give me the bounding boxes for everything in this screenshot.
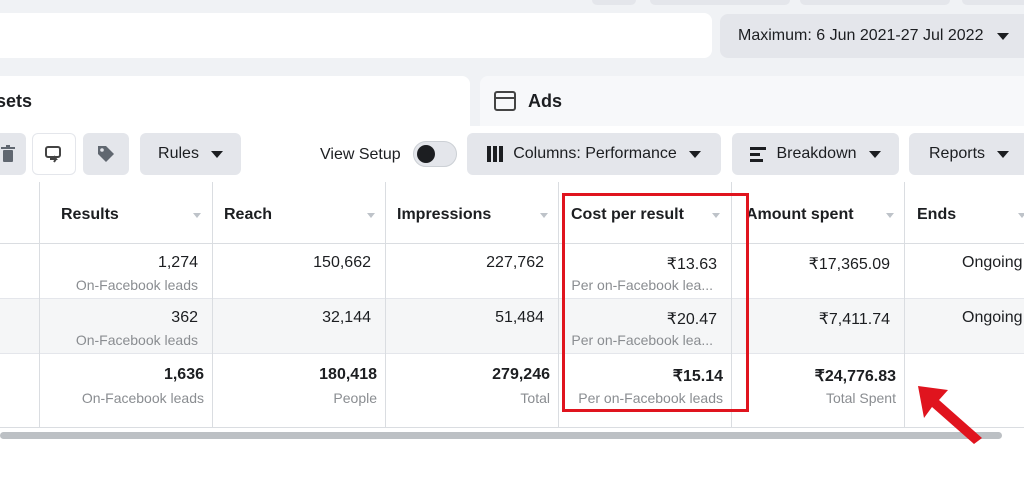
columns-icon: [487, 146, 504, 162]
ads-frame-icon: [494, 91, 516, 111]
cost-sub: Per on-Facebook lea...: [571, 277, 713, 293]
chevron-down-icon: [868, 150, 881, 158]
duplicate-button[interactable]: [32, 133, 76, 175]
sort-icon[interactable]: [540, 213, 548, 218]
table-row[interactable]: 362 On-Facebook leads 32,144 51,484 ₹20.…: [0, 299, 1024, 354]
tag-button[interactable]: [83, 133, 129, 175]
header-impressions[interactable]: Impressions: [397, 206, 491, 224]
toolbar: Rules View Setup Columns: Performance Br…: [0, 126, 1024, 182]
tab-ads[interactable]: Ads: [480, 76, 1024, 126]
breakdown-button[interactable]: Breakdown: [732, 133, 899, 175]
breakdown-label: Breakdown: [776, 145, 857, 162]
delete-button[interactable]: [0, 133, 26, 175]
total-reach-sub: People: [333, 390, 377, 406]
rules-label: Rules: [158, 145, 199, 162]
reach-value: 32,144: [322, 309, 371, 326]
trash-icon: [1, 145, 15, 162]
header-reach[interactable]: Reach: [224, 206, 272, 224]
tab-ad-sets[interactable]: sets: [0, 76, 470, 126]
results-sub: On-Facebook leads: [75, 277, 198, 293]
spent-value: ₹17,365.09: [808, 256, 890, 273]
tag-icon: [98, 146, 114, 162]
sort-icon[interactable]: [712, 213, 720, 218]
total-spent-sub: Total Spent: [825, 390, 896, 406]
total-cost-sub: Per on-Facebook leads: [578, 390, 723, 406]
chevron-down-icon: [688, 150, 701, 158]
column-divider: [212, 182, 213, 428]
columns-label: Columns: Performance: [513, 145, 677, 162]
tab-ads-label: Ads: [528, 90, 563, 111]
totals-row: 1,636 On-Facebook leads 180,418 People 2…: [0, 354, 1024, 428]
impressions-value: 51,484: [495, 309, 544, 326]
sort-icon[interactable]: [1018, 213, 1024, 218]
total-impressions-sub: Total: [520, 390, 550, 406]
total-results-sub: On-Facebook leads: [81, 390, 204, 406]
ends-value: Ongoing: [962, 254, 1023, 271]
total-spent-value: ₹24,776.83: [814, 368, 896, 385]
results-sub: On-Facebook leads: [75, 332, 198, 348]
top-stub: [650, 0, 790, 5]
date-range-button[interactable]: Maximum: 6 Jun 2021-27 Jul 2022: [720, 14, 1024, 58]
view-setup-label: View Setup: [320, 146, 401, 163]
column-divider: [904, 182, 905, 428]
breakdown-icon: [750, 146, 767, 162]
reports-label: Reports: [928, 145, 986, 162]
cost-sub: Per on-Facebook lea...: [571, 332, 713, 348]
table-header: Results Reach Impressions Cost per resul…: [0, 182, 1024, 244]
table-row[interactable]: 1,274 On-Facebook leads 150,662 227,762 …: [0, 244, 1024, 299]
chevron-down-icon: [997, 150, 1010, 158]
results-value: 362: [171, 309, 198, 326]
total-impressions-value: 279,246: [492, 366, 550, 383]
header-amount-spent[interactable]: Amount spent: [746, 206, 854, 224]
reports-button[interactable]: Reports: [909, 133, 1024, 175]
reach-value: 150,662: [313, 254, 371, 271]
toggle-knob: [417, 145, 435, 163]
red-arrow-annotation: [918, 386, 982, 444]
tab-ad-sets-label: sets: [0, 90, 33, 111]
total-results-value: 1,636: [163, 366, 204, 383]
columns-button[interactable]: Columns: Performance: [467, 133, 721, 175]
chevron-down-icon: [997, 32, 1010, 40]
search-input[interactable]: [0, 13, 712, 58]
rules-button[interactable]: Rules: [140, 133, 241, 175]
results-value: 1,274: [157, 254, 198, 271]
header-cost-per-result[interactable]: Cost per result: [571, 206, 684, 224]
spent-value: ₹7,411.74: [818, 311, 890, 328]
total-reach-value: 180,418: [319, 366, 377, 383]
chevron-down-icon: [210, 150, 223, 158]
top-stub: [800, 0, 950, 5]
sort-icon[interactable]: [886, 213, 894, 218]
impressions-value: 227,762: [486, 254, 544, 271]
column-divider: [731, 182, 732, 428]
column-divider: [558, 182, 559, 428]
sort-icon[interactable]: [367, 213, 375, 218]
top-bar: Maximum: 6 Jun 2021-27 Jul 2022: [0, 0, 1024, 70]
date-range-label: Maximum: 6 Jun 2021-27 Jul 2022: [738, 27, 984, 44]
top-stub: [592, 0, 636, 5]
top-stub: [962, 0, 1024, 5]
ends-value: Ongoing: [962, 309, 1023, 326]
column-divider: [385, 182, 386, 428]
cost-value: ₹13.63: [666, 256, 717, 273]
header-results[interactable]: Results: [61, 206, 119, 224]
header-ends[interactable]: Ends: [917, 206, 956, 224]
cost-value: ₹20.47: [666, 311, 717, 328]
column-divider: [39, 182, 40, 428]
horizontal-scrollbar[interactable]: [0, 432, 1002, 439]
level-tabs: sets Ads: [0, 70, 1024, 126]
duplicate-icon: [45, 146, 61, 163]
total-cost-value: ₹15.14: [672, 368, 723, 385]
view-setup-toggle[interactable]: [413, 141, 457, 167]
sort-icon[interactable]: [193, 213, 201, 218]
